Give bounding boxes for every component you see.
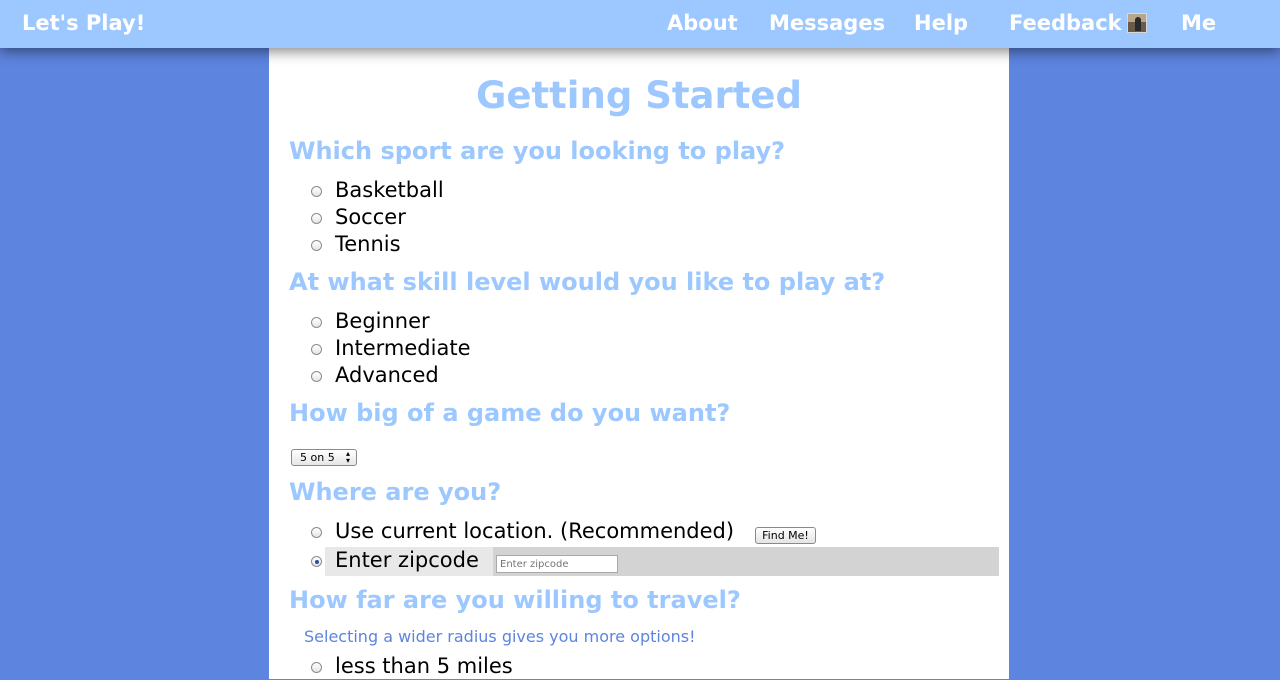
skill-option-label: Beginner — [335, 309, 430, 333]
radio-basketball[interactable] — [311, 186, 322, 197]
nav-about-link[interactable]: About — [667, 11, 738, 35]
travel-option-label: less than 5 miles — [335, 654, 513, 678]
radio-advanced[interactable] — [311, 371, 322, 382]
top-nav-bar: Let's Play! About Messages Help Feedback… — [0, 0, 1280, 48]
brand-logo-link[interactable]: Let's Play! — [22, 11, 145, 35]
skill-option-label: Intermediate — [335, 336, 471, 360]
radio-current-location[interactable] — [311, 527, 322, 538]
sport-option-label: Soccer — [335, 205, 406, 229]
nav-me-link[interactable]: Me — [1181, 11, 1216, 35]
nav-feedback-link[interactable]: Feedback — [1009, 11, 1122, 35]
getting-started-panel: Getting Started Which sport are you look… — [269, 48, 1009, 679]
radio-intermediate[interactable] — [311, 344, 322, 355]
avatar-figure — [1135, 17, 1141, 31]
up-down-arrows-icon: ▴ ▾ — [345, 449, 350, 465]
nav-messages-link[interactable]: Messages — [769, 11, 885, 35]
find-me-button[interactable]: Find Me! — [755, 527, 816, 544]
location-option-label: Use current location. (Recommended) — [335, 519, 735, 543]
travel-hint: Selecting a wider radius gives you more … — [304, 627, 696, 646]
radio-zipcode[interactable] — [311, 556, 322, 567]
radio-beginner[interactable] — [311, 317, 322, 328]
sport-question: Which sport are you looking to play? — [289, 137, 786, 165]
game-size-question: How big of a game do you want? — [289, 399, 731, 427]
game-size-selected-value: 5 on 5 — [300, 451, 335, 464]
skill-option-label: Advanced — [335, 363, 439, 387]
page-title: Getting Started — [475, 74, 803, 117]
nav-help-link[interactable]: Help — [914, 11, 968, 35]
radio-soccer[interactable] — [311, 213, 322, 224]
location-question: Where are you? — [289, 478, 502, 506]
sport-option-label: Basketball — [335, 178, 444, 202]
radio-tennis[interactable] — [311, 240, 322, 251]
sport-option-label: Tennis — [335, 232, 401, 256]
game-size-select[interactable]: 5 on 5 ▴ ▾ — [291, 449, 357, 466]
user-avatar[interactable] — [1127, 13, 1147, 33]
skill-question: At what skill level would you like to pl… — [289, 268, 886, 296]
location-option-label: Enter zipcode — [335, 548, 479, 572]
zipcode-input[interactable] — [496, 555, 618, 573]
travel-question: How far are you willing to travel? — [289, 586, 741, 614]
radio-less-than-5-miles[interactable] — [311, 662, 322, 673]
